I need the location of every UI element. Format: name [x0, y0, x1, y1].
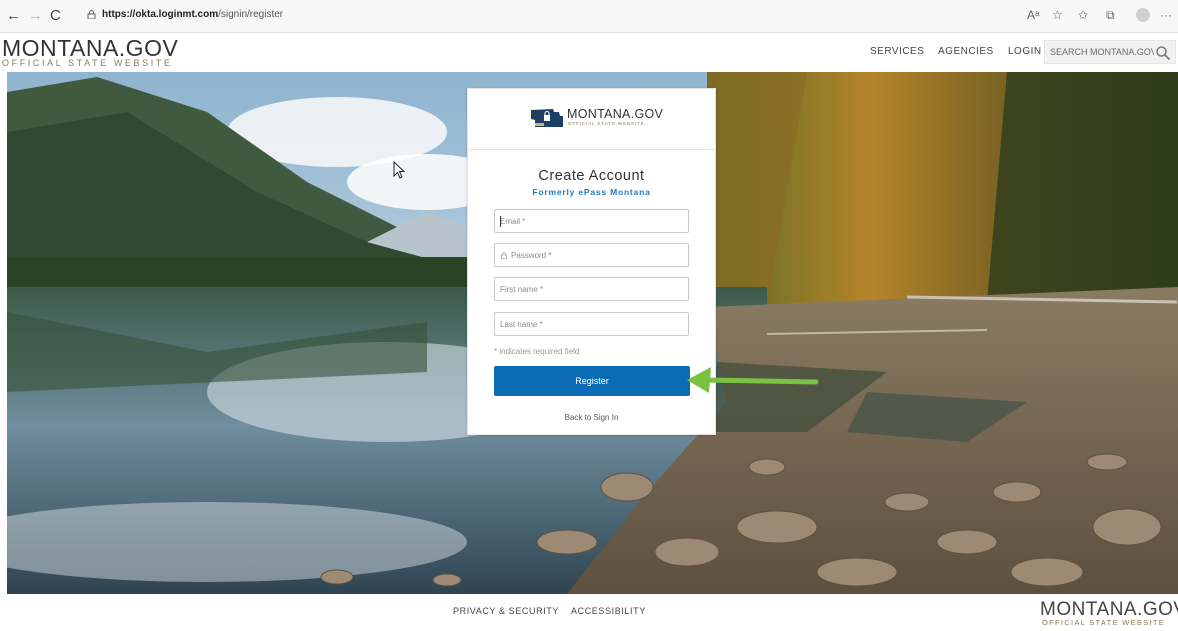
search-icon[interactable] [1155, 45, 1171, 61]
profile-avatar[interactable] [1136, 8, 1150, 22]
nav-login[interactable]: LOGIN [1008, 46, 1042, 57]
last-name-field-wrapper [494, 312, 689, 336]
site-logo-tagline: OFFICIAL STATE WEBSITE [2, 58, 173, 68]
password-field-wrapper [494, 243, 689, 267]
page-title: Create Account [538, 168, 645, 184]
text-caret [500, 216, 501, 227]
back-arrow-icon[interactable]: ← [6, 7, 21, 25]
email-field[interactable] [495, 210, 688, 232]
privacy-security-link[interactable]: PRIVACY & SECURITY [453, 606, 559, 616]
create-account-card: MONTANA.GOV OFFICIAL STATE WEBSITE Creat… [467, 88, 716, 435]
first-name-field[interactable] [495, 278, 688, 300]
card-brand-name: MONTANA.GOV [567, 107, 664, 121]
mouse-cursor-icon [393, 161, 405, 179]
lock-icon [87, 10, 96, 19]
nav-services[interactable]: SERVICES [870, 46, 924, 57]
nav-agencies[interactable]: AGENCIES [938, 46, 994, 57]
url-host: https://okta.loginmt.com [102, 9, 219, 20]
back-to-sign-in-link[interactable]: Back to Sign In [468, 413, 715, 422]
montana-seal-icon [531, 109, 563, 127]
page-subtitle: Formerly ePass Montana [532, 187, 651, 197]
email-field-wrapper [494, 209, 689, 233]
required-field-note: * indicates required field [494, 347, 580, 356]
address-bar[interactable]: https://okta.loginmt.com/signin/register [102, 9, 283, 20]
last-name-field[interactable] [495, 313, 688, 335]
site-header: MONTANA.GOV OFFICIAL STATE WEBSITE SERVI… [0, 33, 1178, 71]
more-icon[interactable]: ··· [1160, 8, 1172, 22]
reload-icon[interactable]: C [50, 7, 61, 25]
first-name-field-wrapper [494, 277, 689, 301]
password-field[interactable] [495, 244, 688, 266]
favorites-icon[interactable]: ✩ [1078, 8, 1088, 22]
site-logo[interactable]: MONTANA.GOV [2, 37, 178, 60]
forward-arrow-icon[interactable]: → [28, 7, 43, 25]
accessibility-link[interactable]: ACCESSIBILITY [571, 606, 646, 616]
browser-toolbar: ← → C https://okta.loginmt.com/signin/re… [0, 0, 1178, 33]
read-aloud-icon[interactable]: Aᵃ [1027, 8, 1039, 22]
register-button[interactable]: Register [494, 366, 690, 396]
collections-icon[interactable]: ⧉ [1106, 8, 1115, 23]
search-input[interactable] [1045, 41, 1154, 63]
footer-logo-tagline: OFFICIAL STATE WEBSITE [1042, 618, 1166, 627]
add-favorite-icon[interactable]: ☆ [1052, 8, 1063, 22]
site-search [1044, 40, 1176, 64]
card-brand-header: MONTANA.GOV OFFICIAL STATE WEBSITE [468, 89, 715, 150]
url-path: /signin/register [218, 9, 284, 20]
card-brand-tagline: OFFICIAL STATE WEBSITE [568, 121, 645, 126]
annotation-arrow-icon [687, 367, 819, 393]
